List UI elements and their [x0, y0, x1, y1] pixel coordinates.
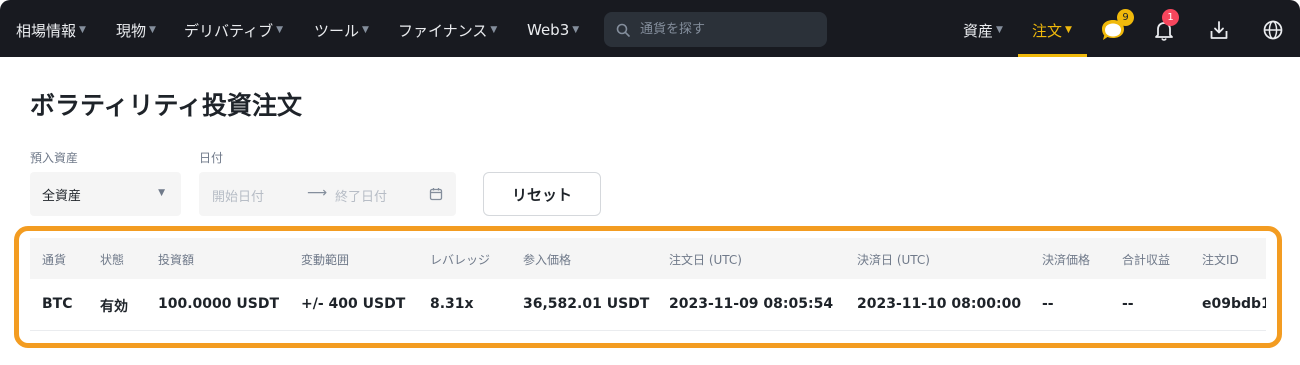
nav-finance-label: ファイナンス	[398, 21, 488, 40]
cell-entry-price: 36,582.01 USDT	[523, 296, 650, 312]
column-header-investment: 投資額	[158, 253, 195, 267]
column-header-settle-date: 決済日 (UTC)	[857, 253, 930, 267]
date-range-picker[interactable]: 開始日付 ⟶ 終了日付	[199, 172, 456, 216]
deposit-asset-label: 預入資産	[30, 151, 79, 165]
nav-finance[interactable]: ファイナンス ▼	[398, 20, 497, 40]
download-icon	[1210, 21, 1228, 39]
cell-status: 有効	[100, 299, 128, 315]
nav-orders-label: 注文	[1032, 21, 1063, 40]
caret-down-icon: ▼	[79, 25, 86, 35]
column-header-status: 状態	[100, 253, 125, 267]
cell-settle-date: 2023-11-10 08:00:00	[857, 296, 1022, 312]
start-date-input[interactable]: 開始日付	[212, 186, 264, 205]
reset-button[interactable]: リセット	[483, 172, 601, 216]
active-tab-indicator	[1018, 54, 1087, 57]
cell-range: +/- 400 USDT	[301, 296, 406, 312]
page-title: ボラティリティ投資注文	[30, 91, 303, 120]
caret-down-icon: ▼	[996, 25, 1003, 35]
nav-web3-label: Web3	[527, 21, 570, 39]
search-box[interactable]	[604, 12, 827, 47]
nav-derivatives[interactable]: デリバティブ ▼	[184, 20, 283, 40]
cell-settle-price: --	[1042, 296, 1054, 312]
column-header-order-date: 注文日 (UTC)	[669, 253, 742, 267]
arrow-right-icon: ⟶	[307, 185, 328, 201]
row-divider	[30, 330, 1266, 331]
column-header-leverage: レバレッジ	[430, 253, 491, 267]
caret-down-icon: ▼	[149, 25, 156, 35]
messages-badge: 9	[1117, 9, 1134, 26]
caret-down-icon: ▼	[158, 188, 165, 198]
nav-assets[interactable]: 資産 ▼	[963, 20, 1003, 40]
column-header-settle-price: 決済価格	[1042, 253, 1091, 267]
column-header-total-profit: 合計収益	[1122, 253, 1171, 267]
nav-orders[interactable]: 注文 ▼	[1032, 20, 1072, 40]
cell-total-profit: --	[1122, 296, 1134, 312]
nav-web3[interactable]: Web3 ▼	[527, 20, 579, 40]
search-input[interactable]	[640, 22, 810, 37]
column-header-order-id: 注文ID	[1202, 253, 1239, 267]
nav-derivatives-label: デリバティブ	[184, 21, 274, 40]
cell-investment: 100.0000 USDT	[158, 296, 280, 312]
cell-order-date: 2023-11-09 08:05:54	[669, 296, 834, 312]
nav-markets[interactable]: 相場情報 ▼	[16, 20, 86, 40]
caret-down-icon: ▼	[276, 25, 284, 35]
nav-spot-label: 現物	[116, 21, 147, 40]
cell-leverage: 8.31x	[430, 296, 474, 312]
nav-markets-label: 相場情報	[16, 21, 77, 40]
search-icon	[616, 23, 630, 37]
nav-tools[interactable]: ツール ▼	[314, 20, 369, 40]
column-header-range: 変動範囲	[301, 253, 350, 267]
column-header-currency: 通貨	[42, 253, 67, 267]
nav-assets-label: 資産	[963, 21, 994, 40]
date-label: 日付	[199, 151, 224, 165]
top-navigation: 相場情報 ▼ 現物 ▼ デリバティブ ▼ ツール ▼ ファイナンス ▼ Web3…	[0, 0, 1300, 57]
caret-down-icon: ▼	[1065, 25, 1072, 35]
end-date-input[interactable]: 終了日付	[335, 186, 387, 205]
cell-order-id[interactable]: e09bdb1	[1202, 296, 1266, 312]
deposit-asset-select[interactable]: 全資産 ▼	[30, 172, 181, 216]
nav-spot[interactable]: 現物 ▼	[116, 20, 156, 40]
caret-down-icon: ▼	[572, 25, 580, 35]
caret-down-icon: ▼	[362, 25, 369, 35]
nav-tools-label: ツール	[314, 21, 360, 40]
language-button[interactable]	[1257, 14, 1289, 46]
column-header-entry-price: 参入価格	[523, 253, 572, 267]
cell-currency: BTC	[42, 296, 73, 312]
calendar-icon[interactable]	[429, 187, 443, 201]
notifications-badge: 1	[1162, 9, 1179, 26]
deposit-asset-value: 全資産	[42, 188, 82, 204]
caret-down-icon: ▼	[490, 25, 498, 35]
download-button[interactable]	[1203, 14, 1235, 46]
globe-icon	[1263, 20, 1283, 40]
